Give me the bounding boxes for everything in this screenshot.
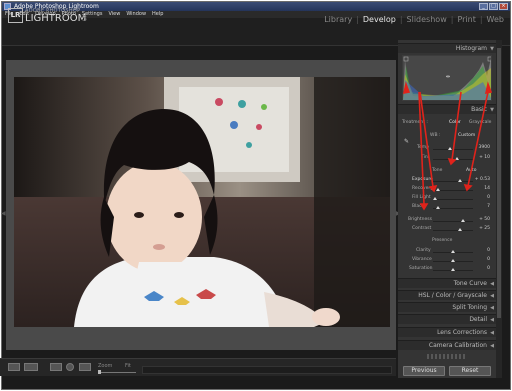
annotation-overlay: [402, 81, 493, 211]
annotation-arrow-tint: [451, 91, 462, 161]
annotation-arrow-fill: [467, 91, 489, 187]
